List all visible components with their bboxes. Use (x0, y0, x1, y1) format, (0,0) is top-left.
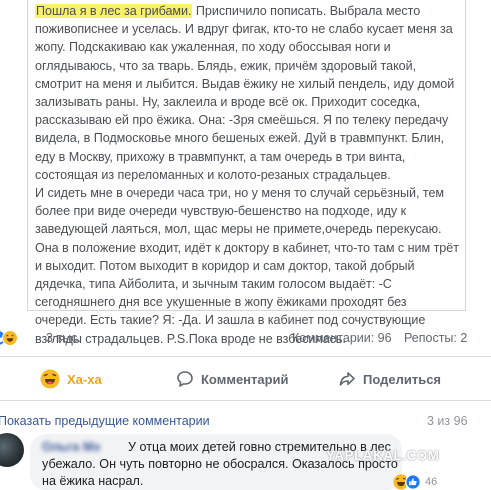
action-bar: Ха-ха Комментарий Поделиться (0, 364, 491, 394)
comment-label: Комментарий (201, 371, 289, 387)
divider (0, 356, 491, 357)
post-paragraph-1: Пошла я в лес за грибами. Приспичило поп… (35, 2, 460, 184)
post-body: Пошла я в лес за грибами. Приспичило поп… (35, 2, 460, 348)
haha-reaction-icon (2, 330, 18, 346)
comments-count[interactable]: Комментарии: 96 (292, 331, 392, 345)
post-paragraph-1-text: Приспичило пописать. Выбрала место пожив… (35, 4, 455, 182)
comment-text: У отца моих детей говно стремительно в л… (42, 440, 398, 488)
comment-icon (177, 371, 193, 387)
like-icon (405, 474, 421, 490)
reaction-icons[interactable] (0, 330, 18, 346)
reactions-summary: 3 тыс. Комментарии: 96 Репосты: 2 (0, 328, 491, 348)
post-paragraph-2: И сидеть мне в очереди часа три, но у ме… (35, 186, 459, 346)
reaction-count[interactable]: 3 тыс. (46, 331, 81, 345)
share-label: Поделиться (363, 371, 442, 387)
haha-label: Ха-ха (67, 371, 102, 387)
haha-button[interactable]: Ха-ха (40, 364, 102, 394)
shares-count[interactable]: Репосты: 2 (404, 331, 467, 345)
highlighted-text: Пошла я в лес за грибами. (35, 4, 193, 18)
share-button[interactable]: Поделиться (338, 364, 441, 394)
watermark: YAPLAKAL.COM (326, 448, 440, 463)
haha-icon (40, 369, 60, 389)
comment-reaction-count: 46 (425, 476, 438, 488)
avatar[interactable] (0, 433, 24, 467)
previous-comments-link[interactable]: Показать предыдущие комментарии (0, 414, 210, 428)
divider (0, 400, 491, 401)
comment-reaction-summary[interactable]: 46 (393, 474, 437, 490)
share-icon (339, 372, 355, 386)
comment-button[interactable]: Комментарий (176, 364, 289, 394)
comments-pager: 3 из 96 (427, 414, 468, 428)
